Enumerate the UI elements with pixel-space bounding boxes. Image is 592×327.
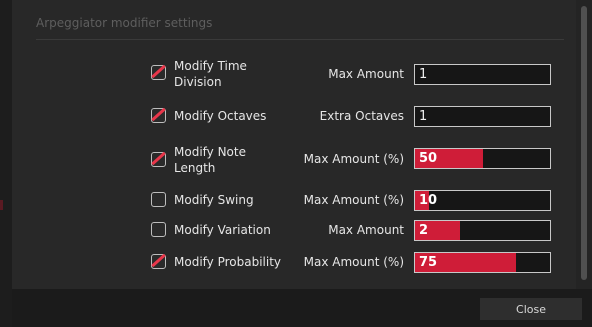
extra-octaves-label: Extra Octaves bbox=[319, 109, 404, 123]
variation-amount-label: Max Amount bbox=[328, 223, 404, 237]
modify-time-division-label: Modify Time Division bbox=[174, 59, 247, 89]
dialog-content: Arpeggiator modifier settings Modify Tim… bbox=[12, 0, 576, 289]
checkmark-icon bbox=[151, 64, 166, 79]
modify-variation-checkbox[interactable] bbox=[151, 222, 166, 237]
modify-variation-label: Modify Variation bbox=[174, 223, 271, 237]
modify-probability-label: Modify Probability bbox=[174, 255, 282, 269]
section-title: Arpeggiator modifier settings bbox=[36, 16, 213, 30]
probability-max-amount-field[interactable]: 75 bbox=[414, 252, 551, 273]
background-edge-mark bbox=[0, 200, 3, 210]
close-button[interactable]: Close bbox=[480, 298, 582, 320]
vertical-scrollbar[interactable] bbox=[576, 0, 592, 289]
modify-swing-checkbox[interactable] bbox=[151, 192, 166, 207]
modify-time-division-checkbox[interactable] bbox=[151, 64, 166, 80]
modify-note-length-checkbox[interactable] bbox=[151, 151, 166, 167]
field-value: 1 bbox=[419, 67, 428, 82]
time-division-amount-label: Max Amount bbox=[328, 67, 404, 81]
field-value: 75 bbox=[419, 255, 438, 270]
modify-note-length-label: Modify Note Length bbox=[174, 145, 246, 175]
swing-amount-label: Max Amount (%) bbox=[303, 193, 404, 207]
section-divider bbox=[36, 39, 564, 40]
field-value: 50 bbox=[419, 151, 438, 166]
scrollbar-thumb[interactable] bbox=[581, 6, 587, 280]
modify-probability-checkbox[interactable] bbox=[151, 253, 166, 269]
field-value: 1 bbox=[419, 109, 428, 124]
probability-amount-label: Max Amount (%) bbox=[303, 255, 404, 269]
checkmark-icon bbox=[151, 107, 166, 122]
modify-swing-label: Modify Swing bbox=[174, 193, 254, 207]
swing-max-amount-field[interactable]: 10 bbox=[414, 190, 551, 211]
field-value: 10 bbox=[419, 193, 438, 208]
checkmark-icon bbox=[151, 253, 166, 268]
variation-max-amount-field[interactable]: 2 bbox=[414, 220, 551, 241]
checkmark-icon bbox=[151, 151, 166, 166]
modify-octaves-label: Modify Octaves bbox=[174, 109, 267, 123]
arpeggiator-modifier-dialog: Arpeggiator modifier settings Modify Tim… bbox=[12, 0, 592, 327]
modify-octaves-checkbox[interactable] bbox=[151, 107, 166, 123]
note-length-amount-label: Max Amount (%) bbox=[303, 152, 404, 166]
field-value: 2 bbox=[419, 223, 429, 238]
note-length-max-amount-field[interactable]: 50 bbox=[414, 148, 551, 169]
time-division-max-amount-field[interactable]: 1 bbox=[414, 64, 551, 85]
extra-octaves-field[interactable]: 1 bbox=[414, 106, 551, 127]
dialog-footer: Close bbox=[12, 289, 592, 327]
